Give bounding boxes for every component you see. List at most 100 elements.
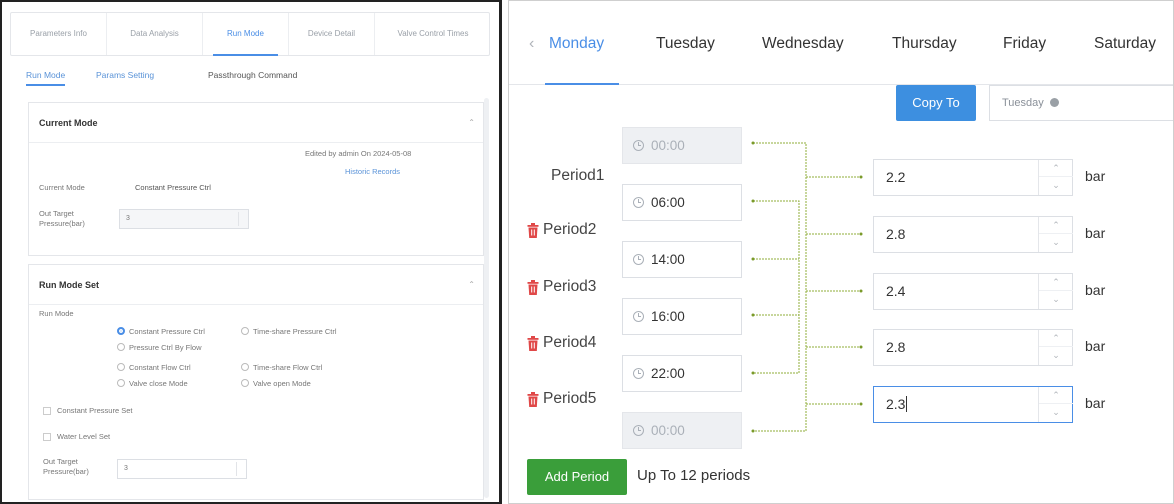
run-mode-set-header: Run Mode Set ⌃ <box>29 265 483 305</box>
time-value: 14:00 <box>651 252 685 267</box>
constant-pressure-set-label: Constant Pressure Set <box>57 406 133 415</box>
stepper: ⌃ ⌄ <box>1038 217 1073 252</box>
delete-icon[interactable] <box>527 336 539 351</box>
decrement-icon[interactable]: ⌄ <box>1039 404 1073 421</box>
unit-label: bar <box>1085 282 1106 298</box>
unit-label: bar <box>1085 225 1106 241</box>
target-pressure-value: 3 <box>124 465 128 472</box>
text-caret <box>906 396 908 412</box>
current-mode-label: Current Mode <box>39 183 85 192</box>
pressure-input[interactable]: 2.4 ⌃ ⌄ <box>873 273 1073 310</box>
time-value: 16:00 <box>651 309 685 324</box>
period-limit-hint: Up To 12 periods <box>637 467 751 484</box>
run-mode-set-title: Run Mode Set <box>39 280 99 290</box>
subtab-run-mode[interactable]: Run Mode <box>26 70 66 86</box>
time-value: 00:00 <box>651 423 685 438</box>
subtab-passthrough-command[interactable]: Passthrough Command <box>208 70 297 80</box>
current-mode-title: Current Mode <box>39 118 98 128</box>
pressure-input[interactable]: 2.3 ⌃ ⌄ <box>873 386 1073 423</box>
increment-icon[interactable]: ⌃ <box>1039 387 1073 404</box>
target-pressure-input[interactable]: 3 <box>117 459 247 479</box>
radio-valve-open-mode[interactable] <box>241 379 249 387</box>
scrollbar[interactable] <box>484 98 489 498</box>
time-input[interactable]: 22:00 <box>622 355 742 392</box>
add-period-button[interactable]: Add Period <box>527 459 627 495</box>
clock-icon <box>633 197 644 208</box>
pressure-value: 2.4 <box>886 283 906 299</box>
decrement-icon[interactable]: ⌄ <box>1039 291 1073 308</box>
out-target-pressure-label: Out Target Pressure(bar) <box>39 209 85 228</box>
tab-device-detail[interactable]: Device Detail <box>289 13 375 55</box>
subtab-params-setting[interactable]: Params Setting <box>96 70 154 80</box>
delete-icon[interactable] <box>527 280 539 295</box>
unit-label: bar <box>1085 338 1106 354</box>
chevron-up-icon[interactable]: ⌃ <box>468 265 475 305</box>
tab-parameters-info[interactable]: Parameters Info <box>11 13 107 55</box>
pressure-input[interactable]: 2.8 ⌃ ⌄ <box>873 329 1073 366</box>
pressure-value: 2.8 <box>886 339 906 355</box>
tab-valve-control-times[interactable]: Valve Control Times <box>375 13 491 55</box>
pressure-input[interactable]: 2.8 ⌃ ⌄ <box>873 216 1073 253</box>
time-input[interactable]: 06:00 <box>622 184 742 221</box>
historic-records-link[interactable]: Historic Records <box>345 167 400 176</box>
decrement-icon[interactable]: ⌄ <box>1039 177 1073 194</box>
pressure-value: 2.8 <box>886 226 906 242</box>
run-mode-set-card: Run Mode Set ⌃ Run Mode Constant Pressur… <box>28 264 484 500</box>
increment-icon[interactable]: ⌃ <box>1039 274 1073 291</box>
run-mode-label: Run Mode <box>39 309 74 318</box>
option-label: Time-share Flow Ctrl <box>253 363 323 372</box>
option-label: Pressure Ctrl By Flow <box>129 343 202 352</box>
spinner-icon[interactable] <box>236 462 244 476</box>
period-label: Period2 <box>543 221 597 238</box>
time-value: 22:00 <box>651 366 685 381</box>
period-label: Period5 <box>543 390 597 407</box>
clock-icon <box>633 368 644 379</box>
time-value: 00:00 <box>651 138 685 153</box>
tab-data-analysis[interactable]: Data Analysis <box>107 13 203 55</box>
stepper: ⌃ ⌄ <box>1038 274 1073 309</box>
current-mode-value: Constant Pressure Ctrl <box>135 183 211 192</box>
decrement-icon[interactable]: ⌄ <box>1039 234 1073 251</box>
stepper: ⌃ ⌄ <box>1038 387 1073 422</box>
time-input: 00:00 <box>622 127 742 164</box>
radio-constant-pressure-ctrl[interactable] <box>117 327 125 335</box>
option-label: Time-share Pressure Ctrl <box>253 327 337 336</box>
pressure-value: 2.3 <box>886 396 906 412</box>
delete-icon[interactable] <box>527 223 539 238</box>
current-mode-card: Current Mode ⌃ Edited by admin On 2024-0… <box>28 102 484 256</box>
radio-time-share-flow-ctrl[interactable] <box>241 363 249 371</box>
current-mode-header: Current Mode ⌃ <box>29 103 483 143</box>
radio-pressure-ctrl-by-flow[interactable] <box>117 343 125 351</box>
radio-constant-flow-ctrl[interactable] <box>117 363 125 371</box>
top-tab-bar: Parameters Info Data Analysis Run Mode D… <box>10 12 490 56</box>
pressure-input[interactable]: 2.2 ⌃ ⌄ <box>873 159 1073 196</box>
time-input: 00:00 <box>622 412 742 449</box>
option-label: Valve open Mode <box>253 379 311 388</box>
stepper: ⌃ ⌄ <box>1038 160 1073 195</box>
checkbox-water-level-set[interactable] <box>43 433 51 441</box>
clock-icon <box>633 425 644 436</box>
time-value: 06:00 <box>651 195 685 210</box>
pressure-value: 2.2 <box>886 169 906 185</box>
time-input[interactable]: 16:00 <box>622 298 742 335</box>
time-input[interactable]: 14:00 <box>622 241 742 278</box>
water-level-set-label: Water Level Set <box>57 432 111 441</box>
period-label: Period3 <box>543 278 597 295</box>
option-label: Valve close Mode <box>129 379 188 388</box>
increment-icon[interactable]: ⌃ <box>1039 217 1073 234</box>
option-label: Constant Flow Ctrl <box>129 363 191 372</box>
spinner-icon <box>238 212 246 226</box>
current-target-pressure-value: 3 <box>126 215 130 222</box>
schedule-panel: ‹ Monday Tuesday Wednesday Thursday Frid… <box>508 0 1174 504</box>
increment-icon[interactable]: ⌃ <box>1039 330 1073 347</box>
edited-by-text: Edited by admin On 2024-05-08 <box>305 149 412 158</box>
radio-time-share-pressure-ctrl[interactable] <box>241 327 249 335</box>
radio-valve-close-mode[interactable] <box>117 379 125 387</box>
clock-icon <box>633 311 644 322</box>
checkbox-constant-pressure-set[interactable] <box>43 407 51 415</box>
increment-icon[interactable]: ⌃ <box>1039 160 1073 177</box>
chevron-up-icon[interactable]: ⌃ <box>468 103 475 143</box>
decrement-icon[interactable]: ⌄ <box>1039 347 1073 364</box>
delete-icon[interactable] <box>527 392 539 407</box>
tab-run-mode[interactable]: Run Mode <box>203 13 289 56</box>
